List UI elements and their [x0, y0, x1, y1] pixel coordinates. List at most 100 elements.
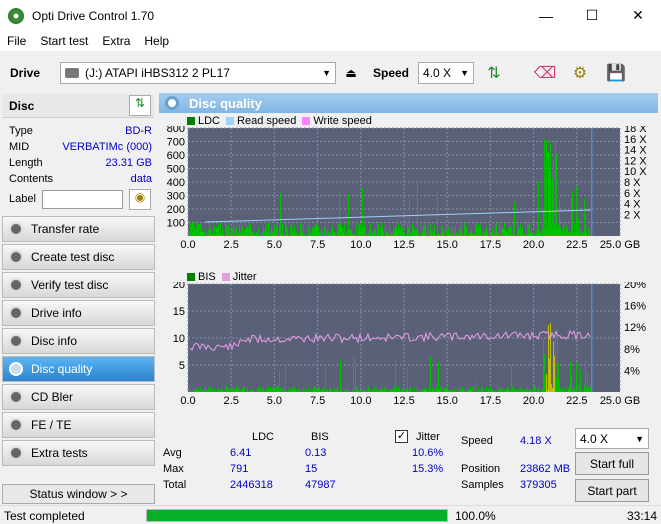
- bis-bar: [304, 388, 305, 392]
- bis-bar: [483, 388, 484, 392]
- menu-extra[interactable]: Extra: [95, 34, 137, 48]
- ldc-bar: [347, 229, 348, 236]
- bis-bar: [511, 364, 512, 392]
- bis-bar: [199, 390, 200, 392]
- bis-bar: [241, 391, 242, 392]
- bis-bar: [568, 387, 569, 392]
- bis-bar: [490, 386, 491, 392]
- nav-disc-quality[interactable]: Disc quality: [2, 356, 155, 382]
- bis-bar: [537, 387, 538, 392]
- ldc-bar: [559, 198, 560, 236]
- ldc-bar: [413, 225, 414, 236]
- drive-select[interactable]: (J:) ATAPI iHBS312 2 PL17 ▼: [60, 62, 336, 84]
- bis-bar: [571, 375, 572, 392]
- ldc-bar: [508, 227, 509, 236]
- ldc-bar: [307, 235, 308, 236]
- x-tick-label: 20.0: [523, 239, 544, 251]
- nav-disc-info[interactable]: Disc info: [2, 328, 155, 354]
- ldc-bar: [361, 235, 362, 236]
- ldc-bar: [353, 233, 354, 236]
- start-part-button[interactable]: Start part: [575, 479, 649, 502]
- gear-icon: ⚙: [572, 65, 588, 82]
- start-full-button[interactable]: Start full: [575, 452, 649, 475]
- disc-label-label: Label: [9, 193, 36, 205]
- bis-bar: [459, 386, 460, 392]
- ldc-bar: [249, 222, 250, 236]
- minimize-button[interactable]: —: [523, 0, 569, 31]
- test-speed-select[interactable]: 4.0 X ▼: [575, 428, 649, 449]
- bis-value: 0.13: [305, 447, 327, 459]
- ldc-bar: [230, 235, 231, 236]
- bis-bar: [332, 391, 333, 392]
- nav-cd-bler[interactable]: CD Bler: [2, 384, 155, 410]
- ldc-bar: [440, 234, 441, 236]
- bis-bar: [543, 338, 544, 392]
- erase-button[interactable]: ⌫: [532, 61, 558, 85]
- bis-bar: [225, 387, 226, 392]
- ldc-bar: [507, 233, 508, 236]
- ldc-bar: [218, 222, 219, 236]
- x-tick-label: 7.5: [310, 239, 325, 251]
- bis-bar: [352, 390, 353, 392]
- ldc-bar: [383, 230, 384, 236]
- status-window-button[interactable]: Status window > >: [2, 484, 155, 504]
- bis-bar: [247, 387, 248, 392]
- menu-start-test[interactable]: Start test: [33, 34, 95, 48]
- ldc-bar: [205, 232, 206, 236]
- ldc-bar: [204, 228, 205, 236]
- bis-bar: [226, 386, 227, 392]
- disc-label-input[interactable]: [42, 190, 123, 209]
- ldc-bar: [374, 229, 375, 236]
- bis-bar: [274, 389, 275, 392]
- label-apply-button[interactable]: ◉: [129, 189, 151, 210]
- nav-drive-info[interactable]: Drive info: [2, 300, 155, 326]
- menu-help[interactable]: Help: [137, 34, 176, 48]
- settings-button[interactable]: ⚙: [567, 61, 593, 85]
- ldc-bar: [394, 228, 395, 236]
- x-tick-label: 0.0: [180, 239, 195, 251]
- bis-bar: [314, 386, 315, 392]
- bis-bar: [488, 388, 489, 392]
- save-button[interactable]: 💾: [603, 61, 629, 85]
- maximize-button[interactable]: ☐: [569, 0, 615, 31]
- menu-file[interactable]: File: [0, 34, 33, 48]
- close-button[interactable]: ✕: [615, 0, 661, 31]
- ldc-bar: [398, 223, 399, 236]
- nav-transfer-rate[interactable]: Transfer rate: [2, 216, 155, 242]
- bis-bar: [441, 387, 442, 392]
- ldc-bar: [309, 224, 310, 236]
- ldc-bar: [311, 231, 312, 236]
- nav-extra-tests[interactable]: Extra tests: [2, 440, 155, 466]
- bis-bar: [196, 389, 197, 392]
- bis-bar: [327, 388, 328, 392]
- ldc-bar: [243, 232, 244, 236]
- ldc-bar: [446, 230, 447, 236]
- ldc-bar: [567, 228, 568, 236]
- nav-verify-test-disc[interactable]: Verify test disc: [2, 272, 155, 298]
- ldc-bar: [475, 222, 476, 236]
- ldc-bar: [500, 235, 501, 236]
- nav-create-test-disc[interactable]: Create test disc: [2, 244, 155, 270]
- ldc-bar: [201, 224, 202, 236]
- bis-bar: [478, 386, 479, 392]
- ldc-bar: [472, 232, 473, 236]
- bis-bar: [469, 388, 470, 392]
- eject-button[interactable]: ⏏: [338, 61, 364, 85]
- y-right-tick-label: 4%: [624, 365, 640, 377]
- disc-icon: [165, 96, 179, 110]
- disc-refresh-button[interactable]: ⇅: [129, 95, 151, 116]
- ldc-bar: [568, 231, 569, 236]
- refresh-button[interactable]: ⇅: [481, 61, 507, 85]
- bis-bar: [493, 391, 494, 392]
- bis-bar: [281, 387, 282, 392]
- bis-bar: [356, 387, 357, 392]
- ldc-bar: [371, 231, 372, 236]
- ldc-bar: [223, 233, 224, 236]
- ldc-bar: [237, 231, 238, 236]
- jitter-checkbox[interactable]: ✓: [395, 430, 408, 443]
- ldc-bar: [276, 226, 277, 236]
- bis-bar: [202, 390, 203, 392]
- speed-select[interactable]: 4.0 X ▼: [418, 62, 474, 84]
- ldc-bar: [312, 226, 313, 236]
- nav-fe-te[interactable]: FE / TE: [2, 412, 155, 438]
